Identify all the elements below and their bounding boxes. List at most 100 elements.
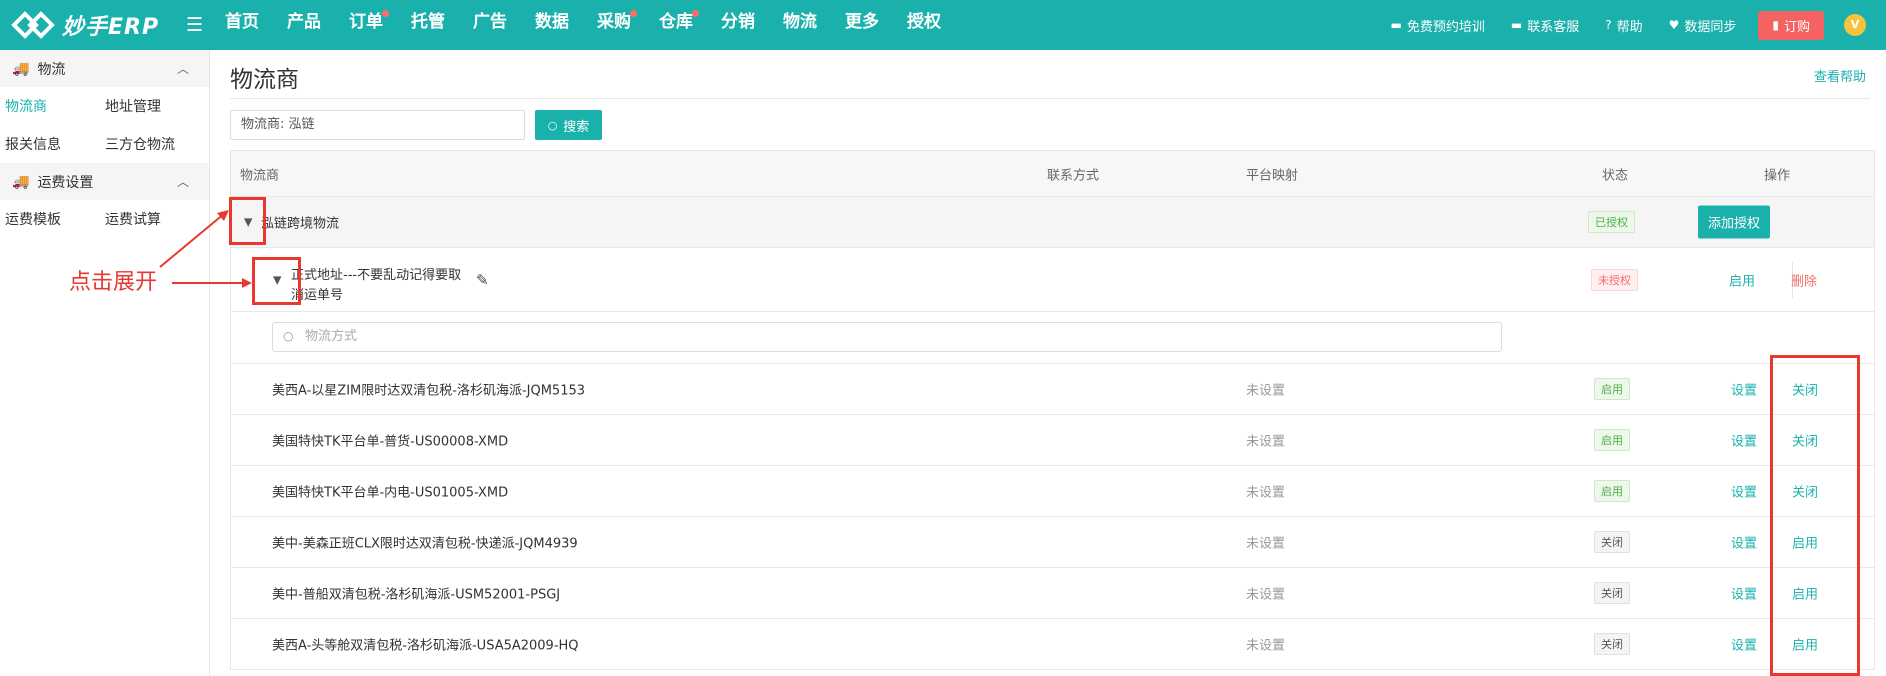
col-action: 操作 (1764, 168, 1791, 183)
method-name: 美西A-头等舱双清包税-洛杉矶海派-USA5A2009-HQ (272, 638, 579, 654)
method-filter-input[interactable]: 物流方式 (272, 322, 1502, 352)
chevron-up-icon: ︿ (176, 62, 189, 76)
status-badge: 未授权 (1591, 268, 1638, 291)
top-right-tools: ▬ 免费预约培训 ▬ 联系客服 ? 帮助 ♥ 数据同步 ▮ 订购 V (1364, 0, 1866, 50)
mapping-value: 未设置 (1246, 434, 1286, 450)
mapping-value: 未设置 (1246, 536, 1286, 552)
status-badge: 启用 (1594, 480, 1630, 502)
settings-link[interactable]: 设置 (1731, 482, 1757, 501)
status-badge: 启用 (1594, 378, 1630, 400)
search-icon: ○ (283, 329, 294, 343)
table-row: 美国特快TK平台单-普货-US00008-XMD 未设置 启用 设置 关闭 (231, 415, 1874, 466)
page-title: 物流商 (230, 67, 299, 93)
nav-item[interactable]: 物流 (783, 0, 817, 50)
app-name: 妙手ERP (62, 15, 160, 40)
search-input[interactable]: 物流商: 泓链 (230, 110, 525, 140)
table-row: 美中-普船双清包税-洛杉矶海派-USM52001-PSGJ 未设置 关闭 设置 启用 (231, 568, 1874, 619)
nav-item[interactable]: 产品 (287, 0, 321, 50)
search-button[interactable]: ○ 搜索 (535, 110, 602, 140)
divider (230, 98, 1870, 99)
highlight-box (1770, 355, 1860, 676)
heart-icon: ♥ (1668, 18, 1680, 32)
status-badge: 关闭 (1594, 582, 1630, 604)
sidebar-group-freight[interactable]: 🚚 运费设置 ︿ (0, 163, 209, 200)
sidebar-item-3pl[interactable]: 三方仓物流 (100, 134, 200, 154)
col-contact: 联系方式 (1047, 168, 1100, 183)
method-name: 美西A-以星ZIM限时达双清包税-洛杉矶海派-JQM5153 (272, 383, 586, 399)
provider-row: ▼ 泓链跨境物流 已授权 添加授权 (231, 197, 1874, 248)
nav-item[interactable]: 首页 (225, 0, 259, 50)
sidebar-group-logistics[interactable]: 🚚 物流 ︿ (0, 50, 209, 87)
training-link[interactable]: ▬ 免费预约培训 (1390, 16, 1484, 35)
truck-icon: 🚚 (12, 173, 30, 190)
settings-link[interactable]: 设置 (1731, 380, 1757, 399)
settings-link[interactable]: 设置 (1731, 533, 1757, 552)
nav-item[interactable]: 分销 (721, 0, 755, 50)
settings-link[interactable]: 设置 (1731, 635, 1757, 654)
sidebar-item-customs[interactable]: 报关信息 (0, 134, 100, 154)
nav-item[interactable]: 更多 (845, 0, 879, 50)
sidebar-item-calculator[interactable]: 运费试算 (100, 209, 200, 229)
highlight-box (229, 197, 266, 245)
nav-item[interactable]: 采购 (597, 0, 637, 50)
question-icon: ? (1605, 18, 1612, 32)
status-badge: 已授权 (1588, 211, 1635, 233)
method-name: 美国特快TK平台单-内电-US01005-XMD (272, 485, 509, 501)
table-row: 美西A-头等舱双清包税-洛杉矶海派-USA5A2009-HQ 未设置 关闭 设置 启用 (231, 619, 1874, 670)
bag-icon: ▮ (1772, 18, 1779, 32)
sidebar-item-providers[interactable]: 物流商 (0, 96, 100, 116)
add-auth-button[interactable]: 添加授权 (1698, 205, 1771, 239)
mapping-value: 未设置 (1246, 587, 1286, 603)
view-help-link[interactable]: 查看帮助 (1814, 66, 1866, 85)
nav-item[interactable]: 授权 (907, 0, 941, 50)
menu-fold-icon[interactable]: ☰ (186, 14, 203, 36)
chat-icon: ▬ (1390, 18, 1402, 32)
top-navbar: 妙手ERP ☰ 首页 产品 订单 托管 广告 数据 采购 仓库 分销 物流 更多 授权 ▬ 免费预约培训… (0, 0, 1886, 50)
avatar[interactable]: V (1844, 14, 1866, 36)
sync-link[interactable]: ♥ 数据同步 (1669, 16, 1737, 35)
nav-item[interactable]: 数据 (535, 0, 569, 50)
table-header: 物流商 联系方式 平台映射 状态 操作 (231, 151, 1874, 197)
address-row: ▼ 正式地址---不要乱动记得要取 消运单号 ✎ 未授权 启用 删除 (231, 248, 1874, 312)
table-row: 美国特快TK平台单-内电-US01005-XMD 未设置 启用 设置 关闭 (231, 466, 1874, 517)
main-nav: 首页 产品 订单 托管 广告 数据 采购 仓库 分销 物流 更多 授权 (225, 0, 969, 50)
mapping-value: 未设置 (1246, 383, 1286, 399)
nav-item[interactable]: 广告 (473, 0, 507, 50)
col-status: 状态 (1602, 168, 1629, 183)
search-icon: ○ (547, 118, 558, 132)
notification-dot (382, 10, 389, 17)
sidebar-item-templates[interactable]: 运费模板 (0, 209, 100, 229)
address-name: 正式地址---不要乱动记得要取 消运单号 (291, 268, 462, 303)
edit-icon[interactable]: ✎ (476, 271, 489, 289)
mapping-value: 未设置 (1246, 485, 1286, 501)
logo-icon (11, 11, 55, 39)
status-badge: 启用 (1594, 429, 1630, 451)
help-link[interactable]: ? 帮助 (1605, 16, 1642, 35)
table-row: 美中-美森正班CLX限时达双清包税-快递派-JQM4939 未设置 关闭 设置 启用 (231, 517, 1874, 568)
truck-icon: 🚚 (12, 60, 30, 77)
settings-link[interactable]: 设置 (1731, 584, 1757, 603)
annotation-label: 点击展开 (69, 270, 158, 295)
message-icon: ▬ (1510, 18, 1523, 32)
method-name: 美中-美森正班CLX限时达双清包税-快递派-JQM4939 (272, 536, 578, 552)
table-row: 美西A-以星ZIM限时达双清包税-洛杉矶海派-JQM5153 未设置 启用 设置 关闭 (231, 364, 1874, 415)
nav-item[interactable]: 仓库 (659, 0, 699, 50)
status-badge: 关闭 (1594, 531, 1630, 553)
col-mapping: 平台映射 (1246, 168, 1299, 183)
service-link[interactable]: ▬ 联系客服 (1511, 16, 1579, 35)
method-name: 美国特快TK平台单-普货-US00008-XMD (272, 434, 509, 450)
app-logo[interactable]: 妙手ERP (10, 8, 159, 42)
col-provider: 物流商 (240, 168, 280, 183)
delete-link[interactable]: 删除 (1791, 270, 1817, 289)
filter-row: 物流方式 ○ (231, 312, 1874, 364)
sidebar: 🚚 物流 ︿ 物流商 地址管理 报关信息 三方仓物流 🚚 运费设置 ︿ 运费模板… (0, 50, 210, 676)
settings-link[interactable]: 设置 (1731, 431, 1757, 450)
nav-item[interactable]: 托管 (411, 0, 445, 50)
notification-dot (692, 10, 699, 17)
method-list: 美西A-以星ZIM限时达双清包税-洛杉矶海派-JQM5153 未设置 启用 设置 关闭美… (231, 364, 1874, 670)
buy-button[interactable]: ▮ 订购 (1758, 10, 1824, 40)
enable-link[interactable]: 启用 (1729, 270, 1755, 289)
sidebar-item-addresses[interactable]: 地址管理 (100, 96, 200, 116)
nav-item[interactable]: 订单 (349, 0, 389, 50)
chevron-up-icon: ︿ (176, 175, 189, 189)
